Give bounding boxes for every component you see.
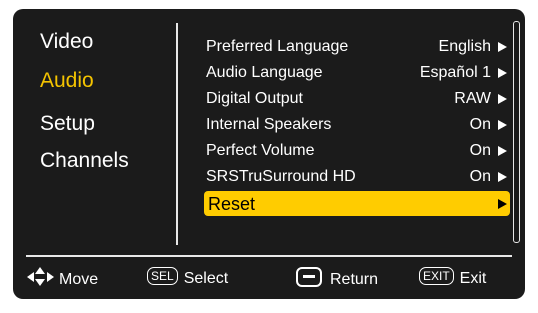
arrow-right-icon xyxy=(498,199,507,209)
arrow-right-icon xyxy=(498,120,507,130)
sel-key-icon: SEL xyxy=(147,267,178,285)
scrollbar[interactable] xyxy=(513,21,520,243)
item-label: Reset xyxy=(208,194,256,214)
return-key-icon xyxy=(296,267,322,287)
menu-item-internal-speakers[interactable]: Internal Speakers On xyxy=(204,113,510,135)
item-label: Preferred Language xyxy=(206,38,349,55)
item-value: On xyxy=(469,142,491,159)
category-setup[interactable]: Setup xyxy=(40,113,95,134)
footer-return: Return xyxy=(296,267,378,291)
item-label: Audio Language xyxy=(206,64,323,81)
menu-item-preferred-language[interactable]: Preferred Language English xyxy=(204,35,510,57)
footer-divider xyxy=(26,255,512,257)
menu-item-audio-language[interactable]: Audio Language Español 1 xyxy=(204,61,510,83)
menu-item-perfect-volume[interactable]: Perfect Volume On xyxy=(204,139,510,161)
arrow-right-icon xyxy=(498,68,507,78)
dpad-arrows-icon xyxy=(27,267,55,287)
arrow-right-icon xyxy=(498,146,507,156)
arrow-right-icon xyxy=(498,42,507,52)
return-label: Return xyxy=(330,271,379,289)
item-value: Español 1 xyxy=(419,64,491,81)
tv-osd-menu: Video Audio Setup Channels Preferred Lan… xyxy=(13,9,525,299)
menu-item-reset[interactable]: Reset xyxy=(204,191,510,216)
category-audio[interactable]: Audio xyxy=(40,70,94,91)
item-value: English xyxy=(438,38,491,55)
item-value: RAW xyxy=(454,90,491,107)
arrow-right-icon xyxy=(498,172,507,182)
item-label: Digital Output xyxy=(206,90,303,107)
arrow-right-icon xyxy=(498,94,507,104)
column-divider xyxy=(176,23,178,245)
exit-key-icon: EXIT xyxy=(419,267,454,285)
item-value: On xyxy=(469,168,491,185)
exit-label: Exit xyxy=(459,270,487,288)
move-label: Move xyxy=(59,271,99,289)
menu-item-srs-trusurround-hd[interactable]: SRSTruSurround HD On xyxy=(204,165,510,187)
menu-item-digital-output[interactable]: Digital Output RAW xyxy=(204,87,510,109)
item-label: SRSTruSurround HD xyxy=(206,168,356,185)
item-label: Perfect Volume xyxy=(206,142,315,159)
category-channels[interactable]: Channels xyxy=(40,150,129,171)
footer-move: Move xyxy=(27,267,98,291)
item-value: On xyxy=(469,116,491,133)
footer-exit: EXIT Exit xyxy=(419,267,486,291)
footer-select: SEL Select xyxy=(147,267,228,291)
category-video[interactable]: Video xyxy=(40,31,93,52)
select-label: Select xyxy=(183,270,229,288)
item-label: Internal Speakers xyxy=(206,116,332,133)
